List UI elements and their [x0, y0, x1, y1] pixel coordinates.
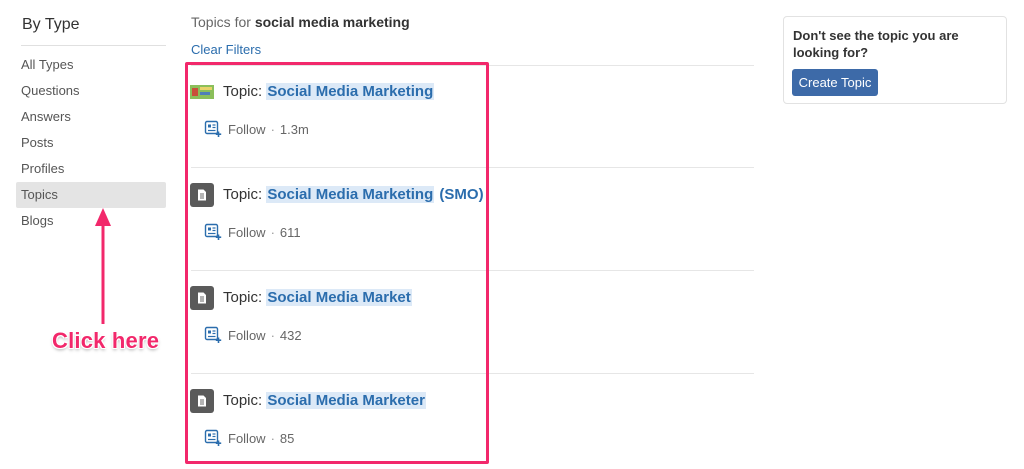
sidebar-item-posts[interactable]: Posts: [16, 130, 166, 156]
sidebar-item-questions[interactable]: Questions: [16, 78, 166, 104]
create-topic-panel: Don't see the topic you are looking for?…: [783, 16, 1007, 104]
results-header-prefix: Topics for: [191, 14, 251, 30]
sidebar-item-profiles[interactable]: Profiles: [16, 156, 166, 182]
sidebar-item-all-types[interactable]: All Types: [16, 52, 166, 78]
sidebar-divider: [21, 45, 166, 46]
click-here-annotation: Click here: [52, 328, 160, 353]
clear-filters-link[interactable]: Clear Filters: [191, 42, 261, 57]
annotation-highlight-box: [185, 62, 489, 464]
sidebar-title: By Type: [22, 16, 80, 33]
results-header: Topics for social media marketing: [191, 14, 410, 30]
sidebar-item-answers[interactable]: Answers: [16, 104, 166, 130]
create-topic-button[interactable]: Create Topic: [792, 69, 878, 96]
search-query: social media marketing: [254, 14, 410, 30]
panel-prompt: Don't see the topic you are looking for?: [793, 28, 959, 60]
annotation-arrow: [95, 208, 111, 324]
sidebar-item-topics[interactable]: Topics: [16, 182, 166, 208]
